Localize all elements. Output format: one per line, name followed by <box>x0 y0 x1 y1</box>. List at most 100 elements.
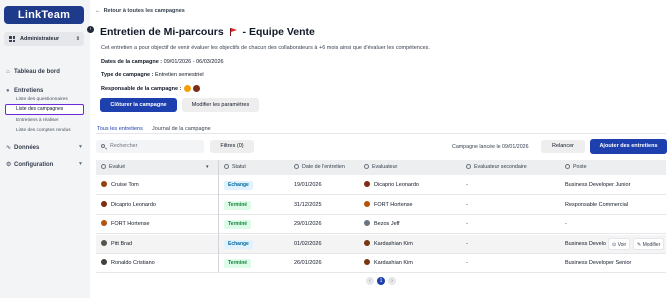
sidebar-item-questionnaires[interactable]: Liste des questionnaires <box>16 97 68 102</box>
flag-icon <box>229 28 238 37</box>
nav-item-data[interactable]: ∿ Données ▼ <box>6 144 83 151</box>
avatar <box>364 181 370 187</box>
cell-poste: Responsable Commercial <box>565 201 628 208</box>
column-header-secondaire[interactable]: Evaluateur secondaire <box>466 160 527 175</box>
view-label: Voir <box>617 241 627 248</box>
cell-secondaire: - <box>466 240 468 247</box>
avatar <box>364 259 370 265</box>
column-label: Statut <box>232 164 246 170</box>
tab-campaign-journal[interactable]: Journal de la campagne <box>152 126 211 132</box>
evalue-name: Ronaldo Cristiano <box>111 260 155 266</box>
clock-icon <box>224 163 229 169</box>
cell-evalue: Dicaprio Leonardo <box>101 196 156 215</box>
evaluateur-name: Bezos Jeff <box>374 221 400 227</box>
column-label: Evaluateur secondaire <box>474 164 527 170</box>
pencil-icon: ✎ <box>637 241 642 248</box>
gear-icon: ⚙ <box>6 162 12 168</box>
evaluateur-name: Dicaprio Leonardo <box>374 182 419 188</box>
campaign-dates: Dates de la campagne : 09/01/2026 - 06/0… <box>101 59 224 65</box>
back-link[interactable]: ← Retour à toutes les campagnes <box>95 8 185 14</box>
campaign-launch-note: Campagne lancée le 09/01/2026 <box>452 144 529 150</box>
table-row[interactable]: FORT Hortense Terminé 29/01/2026 Bezos J… <box>96 215 666 235</box>
page-number-current[interactable]: 1 <box>377 277 385 285</box>
table-header: Evalué ▾ Statut Date de l'entretien Eval… <box>96 160 666 175</box>
avatar[interactable] <box>193 85 201 92</box>
column-header-statut[interactable]: Statut <box>224 160 246 175</box>
back-link-label: Retour à toutes les campagnes <box>103 8 185 14</box>
evaluateur-name: FORT Hortense <box>374 201 413 208</box>
close-campaign-button[interactable]: Clôturer la campagne <box>100 98 177 112</box>
nav-interviews-label: Entretiens <box>14 88 44 94</box>
role-selector[interactable]: Administrateur ⇕ <box>4 32 84 46</box>
column-header-evalue[interactable]: Evalué <box>101 160 125 175</box>
view-button[interactable]: ⊙ Voir <box>608 237 631 250</box>
search-input[interactable]: Rechercher <box>96 140 204 153</box>
cell-evaluateur: FORT Hortense <box>364 196 413 215</box>
nav-item-interviews[interactable]: ● Entretiens <box>6 88 43 94</box>
add-interviews-button[interactable]: Ajouter des entretiens <box>590 139 667 154</box>
avatar <box>101 181 107 187</box>
evalue-name: Cruise Tom <box>111 182 139 188</box>
prev-page-button[interactable]: ‹ <box>366 277 374 285</box>
edit-settings-button[interactable]: Modifier les paramètres <box>182 98 259 112</box>
avatar <box>364 239 370 246</box>
sidebar-item-reports[interactable]: Liste des comptes rendus <box>16 128 71 133</box>
user-icon <box>364 163 369 169</box>
search-icon <box>101 144 105 148</box>
cell-date: 26/01/2026 <box>294 260 322 266</box>
sticky-column-divider <box>218 160 219 272</box>
cell-evaluateur: Bezos Jeff <box>364 215 400 234</box>
table-row[interactable]: Ronaldo Cristiano Terminé 26/01/2026 Kar… <box>96 254 666 274</box>
column-header-evaluateur[interactable]: Evaluateur <box>364 160 397 175</box>
edit-button[interactable]: ✎ Modifier <box>633 237 665 250</box>
title-team: - Equipe Vente <box>242 26 315 38</box>
nav-item-dashboard[interactable]: ⌂ Tableau de bord <box>6 69 60 75</box>
remind-button[interactable]: Relancer <box>541 140 585 153</box>
column-label: Date de l'entretien <box>302 164 345 170</box>
cell-poste: Business Developer Junior <box>565 182 631 188</box>
table-row[interactable]: Dicaprio Leonardo Terminé 31/12/2025 FOR… <box>96 196 666 215</box>
page-title: Entretien de Mi-parcours - Equipe Vente <box>100 26 315 38</box>
grid-icon <box>9 36 15 42</box>
sidebar-item-campaigns[interactable]: Liste des campagnes <box>5 104 84 115</box>
evalue-name: Dicaprio Leonardo <box>111 201 156 208</box>
chevron-updown-icon: ⇕ <box>75 36 80 42</box>
column-header-date[interactable]: Date de l'entretien <box>294 160 345 175</box>
nav-dashboard-label: Tableau de bord <box>14 69 60 75</box>
edit-label: Modifier <box>642 241 661 248</box>
next-page-button[interactable]: › <box>388 277 396 285</box>
table-row[interactable]: Cruise Tom Echange 19/01/2026 Dicaprio L… <box>96 176 666 196</box>
cell-evalue: Ronaldo Cristiano <box>101 254 155 273</box>
cell-statut: Terminé <box>224 196 252 215</box>
cell-secondaire: - <box>466 260 468 266</box>
cell-evaluateur: Kardashian Kim <box>364 254 413 273</box>
arrow-left-icon: ← <box>95 8 101 14</box>
home-icon: ⌂ <box>6 69 10 75</box>
cell-secondaire: - <box>466 182 468 188</box>
type-label: Type de campagne : <box>101 72 154 78</box>
table-row[interactable]: Pitt Brad Echange 01/02/2026 Kardashian … <box>96 234 666 254</box>
column-header-poste[interactable]: Poste <box>565 160 587 175</box>
app-logo: LinkTeam <box>4 6 84 24</box>
cell-secondaire: - <box>466 221 468 227</box>
nav-item-config[interactable]: ⚙ Configuration ▼ <box>6 161 83 168</box>
campaign-description: Cet entretien a pour objectif de venir é… <box>101 45 430 51</box>
eye-icon: ⊙ <box>612 241 617 248</box>
nav-data-label: Données <box>14 145 40 151</box>
sidebar: LinkTeam ‹ Administrateur ⇕ ⌂ Tableau de … <box>0 0 94 298</box>
sort-chevron-icon[interactable]: ▾ <box>206 160 209 175</box>
cell-evaluateur: Kardashian Kim <box>364 235 413 254</box>
cell-secondaire: - <box>466 201 468 208</box>
cell-statut: Echange <box>224 176 253 195</box>
sidebar-item-todo-interviews[interactable]: Entretiens à réaliser <box>16 118 59 123</box>
campaign-type: Type de campagne : Entretien semestriel <box>101 72 204 78</box>
nav-config-label: Configuration <box>14 162 54 168</box>
cell-statut: Terminé <box>224 215 252 234</box>
cell-poste: Business Developer Senior <box>565 260 632 266</box>
avatar[interactable] <box>183 85 191 92</box>
filters-button[interactable]: Filtres (0) <box>210 140 254 153</box>
avatar <box>101 239 107 246</box>
briefcase-icon <box>565 163 570 169</box>
column-label: Poste <box>573 164 587 170</box>
avatar <box>364 200 370 207</box>
